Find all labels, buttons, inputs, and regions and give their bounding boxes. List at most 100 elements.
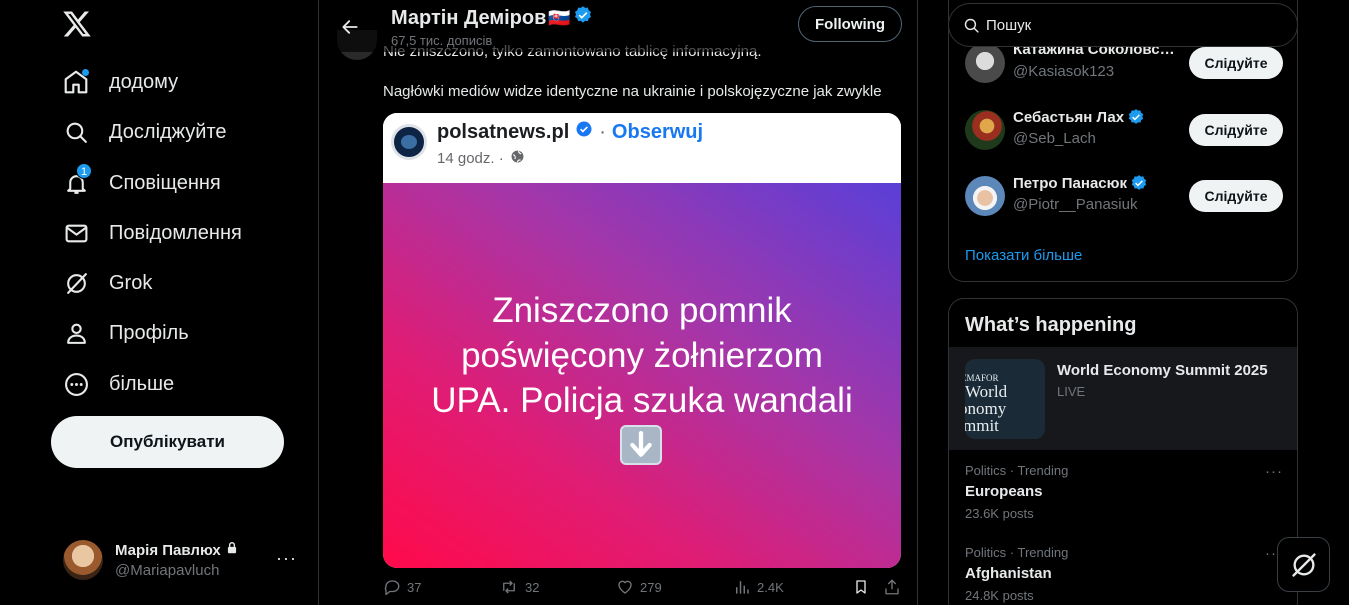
share-button[interactable] (883, 578, 901, 596)
nav-home[interactable]: додому (62, 62, 178, 102)
show-more-link[interactable]: Показати більше (965, 247, 1082, 264)
avatar (63, 540, 103, 580)
suggestion-handle: @Kasiasok123 (1013, 63, 1115, 80)
caption-line: poświęcony żołnierzom (461, 336, 823, 375)
nav-grok[interactable]: Grok (62, 263, 152, 303)
search-icon (62, 118, 90, 146)
trend-count: 23.6K posts (965, 506, 1034, 521)
follow-button[interactable]: Слідуйте (1189, 47, 1283, 79)
nav-label: додому (109, 70, 179, 93)
bookmark-icon (856, 580, 866, 594)
person-icon (62, 319, 90, 347)
trend-name: Europeans (965, 483, 1043, 500)
suggestion-handle: @Piotr__Panasiuk (1013, 196, 1138, 213)
live-event[interactable]: EMAFOR World onomy mmit World Economy Su… (949, 347, 1297, 450)
heart-icon (618, 580, 632, 594)
avatar (965, 110, 1005, 150)
search-bar[interactable] (948, 3, 1298, 47)
verified-badge-icon (575, 120, 593, 144)
account-name-row: Марія Павлюх (115, 541, 239, 559)
nav-profile[interactable]: Профіль (62, 313, 189, 353)
embedded-image[interactable]: polsatnews.pl · Obserwuj 14 godz. · Znis (383, 113, 901, 568)
following-button[interactable]: Following (798, 6, 902, 42)
embed-caption: Zniszczono pomnik poświęcony żołnierzom … (383, 288, 901, 423)
app-root: додому Досліджуйте 1 Сповіщення Повідомл… (0, 0, 1349, 605)
nav-label: Повідомлення (109, 221, 242, 244)
follow-suggestion[interactable]: Себастьян Лах @Seb_Lach Слідуйте (965, 108, 1283, 152)
embed-source-row: polsatnews.pl · Obserwuj (437, 120, 703, 144)
like-count: 279 (640, 579, 662, 595)
account-handle: @Mariapavluch (115, 562, 220, 579)
more-dots-icon[interactable]: ··· (1265, 463, 1283, 480)
lock-icon (225, 541, 239, 559)
reply-icon (384, 580, 400, 596)
views-chart-icon (736, 581, 749, 594)
bookmark-button[interactable] (853, 578, 869, 596)
nav-messages[interactable]: Повідомлення (62, 213, 242, 253)
more-circle-icon (62, 370, 90, 398)
profile-name: Мартін Деміров (391, 6, 547, 29)
thumb-text: World (965, 382, 1008, 401)
nav-explore[interactable]: Досліджуйте (62, 112, 227, 152)
whats-happening-panel: What’s happening EMAFOR World onomy mmit… (948, 298, 1298, 605)
event-title: World Economy Summit 2025 (1057, 362, 1268, 379)
trend-name: Afghanistan (965, 565, 1052, 582)
embed-time-row: 14 godz. · (437, 149, 525, 168)
reply-button[interactable]: 37 (383, 578, 421, 596)
views-count: 2.4K (757, 579, 784, 595)
verified-badge-icon (573, 5, 593, 31)
embed-graphic: Zniszczono pomnik poświęcony żołnierzom … (383, 183, 901, 568)
thumb-text: onomy (965, 399, 1007, 418)
post-count: 67,5 тис. дописів (391, 33, 493, 48)
embed-time: 14 godz. · (437, 150, 504, 167)
more-dots-icon[interactable]: ··· (276, 548, 297, 569)
account-switcher[interactable]: Марія Павлюх @Mariapavluch ··· (63, 538, 303, 582)
grok-floating-button[interactable] (1277, 537, 1330, 592)
trend-item[interactable]: Politics · Trending Europeans 23.6K post… (965, 463, 1283, 533)
embed-separator: · (599, 120, 606, 143)
tweet-actions: 37 32 279 2.4K (383, 578, 903, 602)
post-button[interactable]: Опублікувати (51, 416, 284, 468)
panel-title: What’s happening (965, 314, 1137, 336)
views-button[interactable]: 2.4K (733, 578, 784, 596)
x-logo-icon[interactable] (62, 10, 92, 40)
follow-suggestion[interactable]: Катажина Соколовс… @Kasiasok123 Слідуйте (965, 41, 1283, 85)
unread-dot (82, 69, 89, 76)
avatar (965, 176, 1005, 216)
trend-item[interactable]: Politics · Trending Afghanistan 24.8K po… (965, 545, 1283, 605)
profile-header-bar: Мартін Деміров 🇸🇰 67,5 тис. дописів Foll… (319, 0, 917, 52)
follow-suggestion[interactable]: Петро Панасюк @Piotr__Panasiuk Слідуйте (965, 174, 1283, 218)
repost-button[interactable]: 32 (499, 578, 539, 596)
suggestion-name-row: Петро Панасюк (1013, 174, 1148, 192)
polsatnews-logo (391, 124, 427, 160)
main-column: Nie zniszczono, tylko zamontowano tablic… (318, 0, 918, 605)
nav-label: Профіль (109, 321, 189, 344)
avatar (965, 43, 1005, 83)
account-name: Марія Павлюх (115, 541, 221, 559)
globe-icon (510, 149, 525, 168)
trend-category: Politics · Trending (965, 545, 1069, 560)
follow-button[interactable]: Слідуйте (1189, 180, 1283, 212)
caption-line: UPA. Policja szuka wandali (431, 381, 853, 420)
nav-notifications[interactable]: 1 Сповіщення (62, 163, 221, 203)
repost-icon (503, 580, 515, 594)
reply-count: 37 (407, 579, 422, 595)
like-button[interactable]: 279 (616, 578, 662, 596)
home-icon (62, 68, 90, 96)
search-input[interactable] (986, 16, 1276, 34)
profile-name-row: Мартін Деміров 🇸🇰 (391, 5, 593, 31)
follow-button[interactable]: Слідуйте (1189, 114, 1283, 146)
nav-more[interactable]: більше (62, 364, 174, 404)
suggestion-name: Себастьян Лах (1013, 108, 1125, 126)
embed-follow-text: Obserwuj (611, 120, 704, 143)
embed-header: polsatnews.pl · Obserwuj 14 godz. · (383, 113, 901, 183)
tweet-text-line: Nagłówki mediów widze identyczne na ukra… (383, 83, 882, 100)
nav-label: Досліджуйте (109, 120, 227, 143)
suggestion-handle: @Seb_Lach (1013, 130, 1096, 147)
suggestion-name: Петро Панасюк (1013, 174, 1127, 192)
embed-source-name: polsatnews.pl (437, 120, 570, 143)
down-arrow-icon (620, 425, 662, 465)
back-button[interactable] (333, 10, 367, 44)
arrow-left-icon (342, 20, 358, 34)
grok-icon (62, 269, 90, 297)
